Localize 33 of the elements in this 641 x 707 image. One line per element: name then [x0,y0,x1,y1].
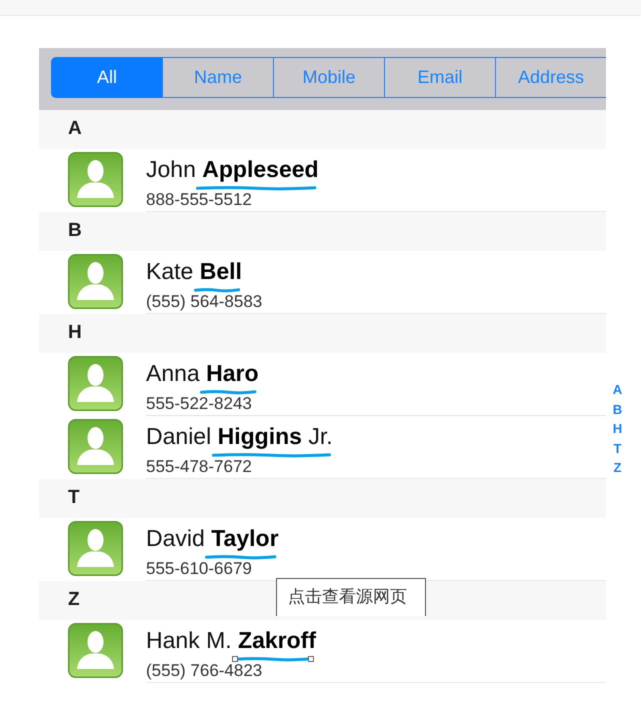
contact-phone: 888-555-5512 [146,191,253,209]
tooltip: 点击查看源网页 [276,578,426,616]
contact-name: Kate Bell [146,258,242,284]
contact-avatar-icon [68,419,123,474]
contact-name: Daniel Higgins Jr. [146,423,333,449]
contact-avatar-icon [68,152,123,207]
contact-avatar-icon [68,254,123,309]
index-letter[interactable]: A [610,380,624,400]
scope-tab[interactable]: All [51,57,163,98]
contact-phone: (555) 766-4823 [146,662,264,680]
contact-name: Hank M. Zakroff [146,627,316,653]
scope-tab[interactable]: Name [162,57,274,98]
contact-name: David Taylor [146,525,279,551]
contact-phone: (555) 564-8583 [146,293,264,311]
scope-tab[interactable]: Mobile [273,57,385,98]
index-letter[interactable]: T [612,438,624,458]
section-header: H [39,314,606,353]
contact-avatar-icon [68,521,123,576]
contact-phone: 555-522-8243 [146,395,253,413]
scope-tab[interactable]: Address [495,57,606,98]
scope-tab[interactable]: Email [384,57,496,98]
index-letter[interactable]: B [610,400,624,419]
contact-name: Anna Haro [146,360,259,386]
section-header: B [39,212,606,251]
contact-avatar-icon [68,623,123,678]
section-header: T [39,479,606,518]
index-letter[interactable]: Z [612,458,624,478]
section-header: A [39,110,606,149]
contact-phone: 555-610-6679 [146,560,253,578]
contact-name: John Appleseed [146,156,319,182]
index-letter[interactable]: H [610,419,624,438]
contact-phone: 555-478-7672 [146,458,253,476]
contact-avatar-icon [68,356,123,411]
